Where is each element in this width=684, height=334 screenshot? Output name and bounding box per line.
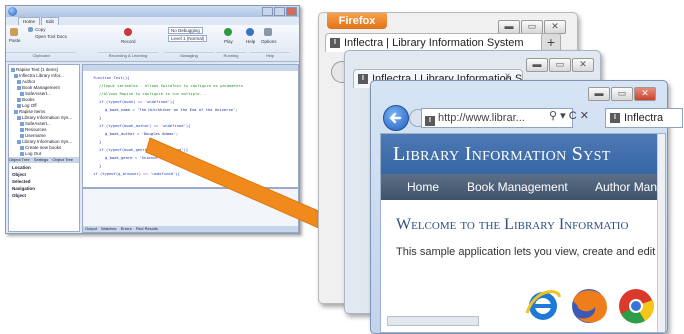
maximize-icon[interactable]: ▭ <box>521 20 543 34</box>
chrome-logo-icon <box>619 289 655 324</box>
address-bar-icons[interactable]: ⚲ ▾ C ✕ <box>549 109 589 122</box>
site-nav: Home Book Management Author Mana <box>381 174 665 200</box>
minimize-icon[interactable]: ▬ <box>498 20 520 34</box>
browser-logos <box>525 289 655 324</box>
ie-window-buttons: ▬ ▭ ✕ <box>587 83 656 101</box>
close-icon[interactable]: ✕ <box>634 87 656 101</box>
close-icon[interactable]: ✕ <box>544 20 566 34</box>
maximize-icon[interactable]: ▭ <box>611 87 633 101</box>
back-button[interactable] <box>383 105 409 131</box>
ie-logo-icon <box>525 290 561 320</box>
close-icon[interactable]: ✕ <box>572 58 594 72</box>
welcome-heading: Welcome to the Library Informatio <box>396 216 629 233</box>
site-title: Library Information Syst <box>393 143 611 165</box>
minimize-icon[interactable]: ▬ <box>526 58 548 72</box>
nav-book-management[interactable]: Book Management <box>467 174 568 200</box>
horizontal-scrollbar[interactable] <box>387 316 479 326</box>
back-arrow-icon <box>389 112 402 124</box>
nav-author-management[interactable]: Author Mana <box>595 174 664 200</box>
firefox-logo-icon <box>572 289 607 323</box>
description-text: This sample application lets you view, c… <box>396 246 665 258</box>
nav-home[interactable]: Home <box>407 174 439 200</box>
address-url: http://www.librar... <box>438 112 525 124</box>
inflectra-favicon-icon: I <box>610 113 620 123</box>
inflectra-favicon-icon: I <box>425 116 435 126</box>
ie-tab[interactable]: I Inflectra <box>605 108 683 128</box>
maximize-icon[interactable]: ▭ <box>549 58 571 72</box>
firefox-menu-button[interactable]: Firefox <box>327 13 387 29</box>
ie-window: ▬ ▭ ✕ Ihttp://www.librar... ⚲ ▾ C ✕ I Infl… <box>370 80 683 334</box>
site-header: Library Information Syst <box>381 134 665 174</box>
chrome-window-buttons: ▬ ▭ ✕ <box>525 54 594 72</box>
inflectra-favicon-icon: I <box>358 74 368 84</box>
firefox-tab-title: Inflectra | Library Information System <box>344 37 524 49</box>
firefox-window-buttons: ▬ ▭ ✕ <box>497 16 566 34</box>
ie-tab-title: Inflectra <box>624 112 664 124</box>
minimize-icon[interactable]: ▬ <box>588 87 610 101</box>
inflectra-favicon-icon: I <box>330 38 340 48</box>
